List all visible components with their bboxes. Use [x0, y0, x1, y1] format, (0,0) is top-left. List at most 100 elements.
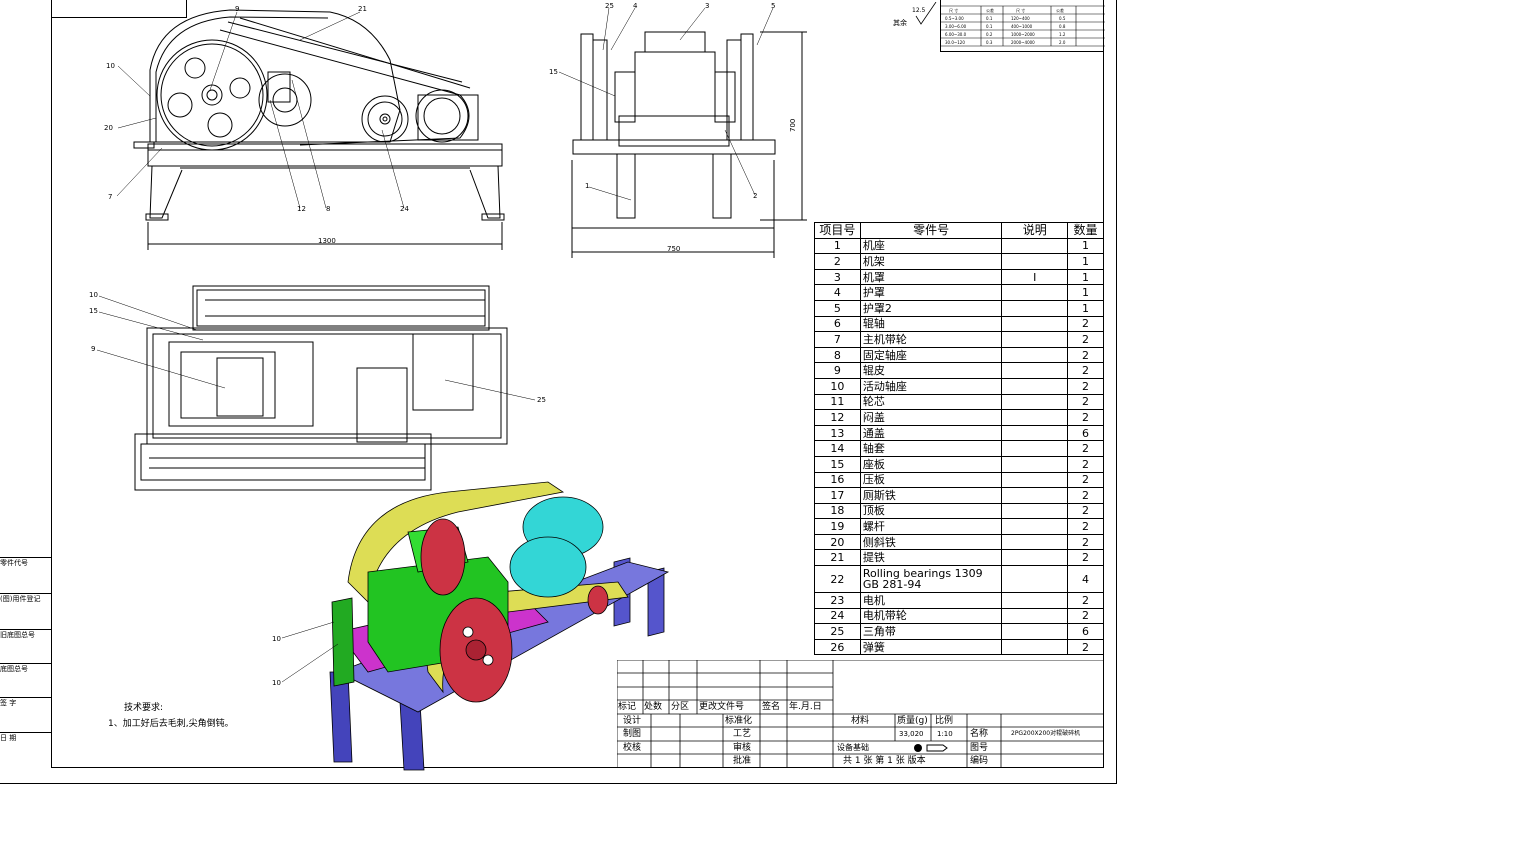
bom-item-no: 19 [814, 518, 861, 535]
bom-item-no: 8 [814, 346, 861, 364]
bom-desc [1001, 549, 1069, 567]
bom-item-no: 22 [814, 565, 861, 594]
svg-text:1.2: 1.2 [1059, 32, 1066, 37]
bom-qty: 1 [1067, 299, 1104, 317]
bom-header-item: 项目号 [814, 222, 861, 239]
bill-of-materials: 项目号 零件号 说明 数量 1 机座 1 2 机架 1 3 机罩 I 1 4 护罩 1 5 护罩2 1 6 辊轴 2… [814, 222, 1104, 656]
bom-desc [1001, 284, 1069, 301]
bom-qty: 2 [1067, 592, 1104, 609]
bom-item-no: 2 [814, 253, 861, 270]
bom-item-no: 12 [814, 409, 861, 426]
bom-qty: 1 [1067, 253, 1104, 270]
bom-desc [1001, 518, 1069, 535]
tb-scale-value: 1:10 [937, 730, 953, 738]
tech-requirements-title: 技术要求: [124, 703, 164, 713]
balloon: 10 [272, 635, 281, 643]
bom-desc [1001, 362, 1069, 379]
bom-row: 11 轮芯 2 [814, 393, 1104, 411]
bom-item-no: 7 [814, 331, 861, 348]
bom-row: 14 轴套 2 [814, 440, 1104, 457]
bom-row: 24 电机带轮 2 [814, 607, 1104, 625]
bom-part-name: 电机带轮 [859, 607, 1003, 625]
dimension-height: 700 [789, 119, 797, 132]
roughness-value: 12.5 [912, 7, 926, 14]
bom-desc [1001, 393, 1069, 411]
strip-row: 底图总号 [0, 663, 51, 686]
roughness-label: 其余 [893, 18, 907, 27]
bom-row: 7 主机带轮 2 [814, 331, 1104, 348]
bom-desc [1001, 502, 1069, 520]
bom-header-qty: 数量 [1067, 222, 1104, 239]
bom-part-name: 机架 [859, 253, 1003, 270]
bom-item-no: 17 [814, 487, 861, 504]
svg-text:0.3: 0.3 [986, 40, 993, 45]
svg-text:0.1: 0.1 [986, 16, 993, 21]
bom-qty: 2 [1067, 487, 1104, 504]
svg-text:6.00~30.0: 6.00~30.0 [945, 32, 967, 37]
bom-header-row: 项目号 零件号 说明 数量 [814, 222, 1104, 239]
bom-part-name: 辊皮 [859, 362, 1003, 379]
bom-desc [1001, 471, 1069, 489]
bom-desc [1001, 638, 1069, 656]
bom-part-name: 三角带 [859, 623, 1003, 640]
bom-item-no: 6 [814, 315, 861, 333]
bom-qty: 2 [1067, 440, 1104, 457]
tb-sign: 签名 [762, 702, 781, 712]
bom-header-desc: 说明 [1001, 222, 1069, 239]
bom-row: 15 座板 2 [814, 455, 1104, 473]
tb-count: 处数 [644, 702, 663, 712]
bom-part-name: 轮芯 [859, 393, 1003, 411]
bom-part-name: 主机带轮 [859, 331, 1003, 348]
bom-qty: 2 [1067, 533, 1104, 551]
svg-text:尺 寸: 尺 寸 [949, 7, 958, 13]
balloon: 9 [91, 345, 95, 353]
bom-item-no: 5 [814, 299, 861, 317]
balloon: 10 [272, 679, 281, 687]
bom-part-name: 螺杆 [859, 518, 1003, 535]
bom-part-name: 闷盖 [859, 409, 1003, 426]
tb-scale: 比例 [935, 716, 954, 726]
balloon: 25 [605, 2, 614, 10]
strip-row: (图)用件登记 [0, 593, 51, 616]
bom-item-no: 10 [814, 377, 861, 395]
bom-row: 19 螺杆 2 [814, 518, 1104, 535]
tb-name-value: 2PG200X200对辊破碎机 [1011, 730, 1081, 737]
tb-code: 编码 [970, 756, 989, 766]
bom-part-name: 机座 [859, 237, 1003, 255]
balloon: 12 [297, 205, 306, 213]
bom-item-no: 15 [814, 455, 861, 473]
balloon: 25 [537, 396, 546, 404]
svg-text:公差: 公差 [1056, 7, 1064, 13]
tb-design: 设计 [623, 716, 642, 726]
bom-row: 6 辊轴 2 [814, 315, 1104, 333]
bom-desc: I [1001, 268, 1069, 286]
strip-row: 零件代号 [0, 557, 51, 580]
tb-draw: 制图 [623, 729, 642, 739]
bom-row: 10 活动轴座 2 [814, 377, 1104, 395]
bom-row: 8 固定轴座 2 [814, 346, 1104, 364]
bom-header-part: 零件号 [859, 222, 1003, 239]
bom-qty: 2 [1067, 409, 1104, 426]
bom-qty: 4 [1067, 565, 1104, 594]
tb-standardize: 标准化 [725, 716, 753, 726]
bom-item-no: 24 [814, 607, 861, 625]
balloon: 5 [771, 2, 775, 10]
tb-mass: 质量(g) [897, 716, 928, 726]
bom-item-no: 18 [814, 502, 861, 520]
bom-part-name: 固定轴座 [859, 346, 1003, 364]
front-view: 10 20 7 9 21 12 8 24 1300 [100, 0, 520, 258]
bom-desc [1001, 409, 1069, 426]
balloon: 10 [89, 291, 98, 299]
bom-desc [1001, 440, 1069, 457]
tb-equipment: 设备基础 [837, 743, 869, 752]
bom-row: 16 压板 2 [814, 471, 1104, 489]
bom-row: 18 顶板 2 [814, 502, 1104, 520]
bom-part-name: 弹簧 [859, 638, 1003, 656]
tb-sheets: 共 1 张 第 1 张 版本 [843, 756, 926, 766]
bom-qty: 6 [1067, 424, 1104, 442]
balloon: 15 [549, 68, 558, 76]
bom-part-name: 护罩 [859, 284, 1003, 301]
tb-date: 年.月.日 [789, 702, 822, 712]
bom-row: 1 机座 1 [814, 237, 1104, 255]
bom-desc [1001, 331, 1069, 348]
